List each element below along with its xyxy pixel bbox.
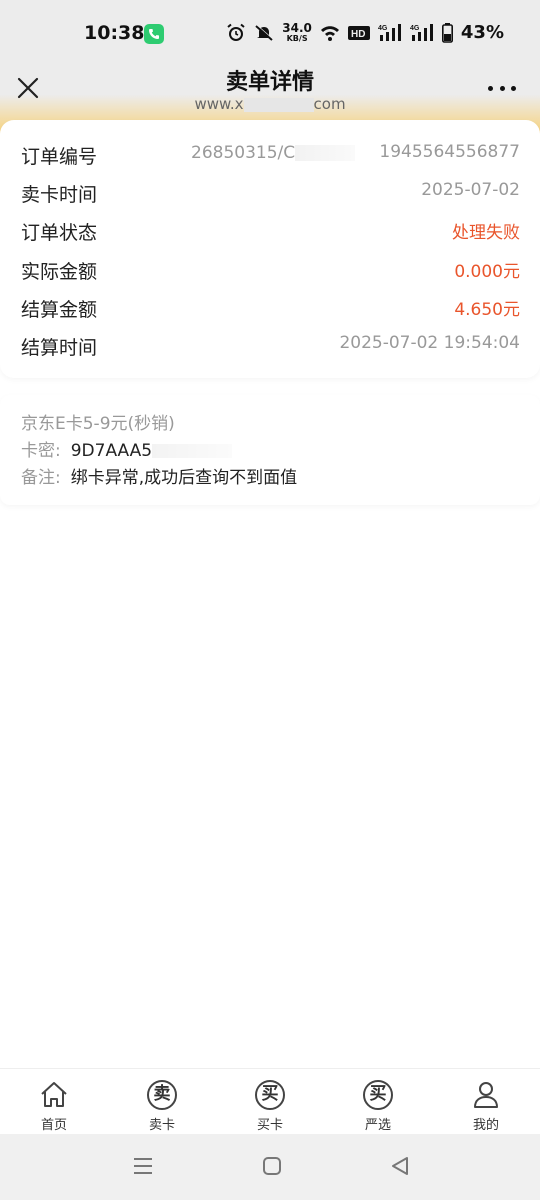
card-secret-line: 卡密: 9D7AAA5 <box>21 436 233 461</box>
more-icon <box>488 85 493 91</box>
page-url: www.x com <box>194 95 346 113</box>
select-icon: 买 <box>363 1080 393 1110</box>
nav-select[interactable]: 买 严选 <box>324 1069 432 1135</box>
nav-home[interactable]: 首页 <box>0 1069 108 1135</box>
nav-mine[interactable]: 我的 <box>432 1069 540 1135</box>
page-title: 卖单详情 <box>225 70 314 95</box>
card-secret-value: 9D7AAA5 <box>70 441 153 461</box>
sell-time-value: 2025-07-02 <box>421 180 520 200</box>
order-number-prefix: 26850315/C <box>191 143 356 163</box>
order-number-value: 1945564556877 <box>379 142 520 162</box>
card-secret-redaction <box>152 444 233 458</box>
order-number-row: 订单编号 26850315/C 1945564556877 <box>21 142 520 172</box>
nav-select-label: 严选 <box>364 1118 391 1133</box>
actual-amount-label: 实际金额 <box>21 261 98 283</box>
signal-icon: 4G <box>378 23 401 41</box>
status-bar: 10:38 34.0 KB/S HD 4G 4G 43% <box>0 0 540 68</box>
alarm-icon <box>227 23 245 41</box>
home-square-icon[interactable] <box>262 1156 282 1176</box>
signal-icon: 4G <box>410 23 433 41</box>
svg-text:HD: HD <box>351 29 365 40</box>
settle-time-row: 结算时间 2025-07-02 19:54:04 <box>21 333 520 363</box>
order-status-label: 订单状态 <box>21 222 98 244</box>
order-info-card: 订单编号 26850315/C 1945564556877 卖卡时间 2025-… <box>0 120 540 378</box>
nav-buy[interactable]: 买 买卡 <box>216 1069 324 1135</box>
back-icon[interactable] <box>390 1156 410 1176</box>
phone-call-icon <box>144 24 164 44</box>
sell-time-label: 卖卡时间 <box>21 184 98 206</box>
sell-icon: 卖 <box>147 1080 177 1110</box>
settle-time-value: 2025-07-02 19:54:04 <box>339 333 520 353</box>
nav-home-label: 首页 <box>40 1118 67 1133</box>
battery-percent: 43% <box>460 22 504 43</box>
nav-mine-label: 我的 <box>472 1118 499 1133</box>
order-status-row: 订单状态 处理失败 <box>21 218 520 248</box>
note-line: 备注: 绑卡异常,成功后查询不到面值 <box>21 463 297 488</box>
user-icon <box>474 1082 498 1108</box>
bottom-nav: 首页 卖 卖卡 买 买卡 买 严选 我的 <box>0 1068 540 1134</box>
sell-time-row: 卖卡时间 2025-07-02 <box>21 180 520 210</box>
actual-amount-row: 实际金额 0.000元 <box>21 257 520 287</box>
card-secret-label: 卡密: <box>21 441 61 461</box>
nav-sell[interactable]: 卖 卖卡 <box>108 1069 216 1135</box>
order-number-redaction <box>295 145 356 161</box>
product-name: 京东E卡5-9元(秒销) <box>21 414 175 434</box>
net-speed: 34.0 KB/S <box>282 21 312 43</box>
nav-buy-label: 买卡 <box>256 1118 283 1133</box>
product-card: 京东E卡5-9元(秒销) 卡密: 9D7AAA5 备注: 绑卡异常,成功后查询不到面… <box>0 395 540 505</box>
svg-text:4G: 4G <box>410 25 420 32</box>
url-redaction <box>243 97 314 112</box>
settle-time-label: 结算时间 <box>21 337 98 359</box>
actual-amount-value: 0.000元 <box>454 262 520 282</box>
status-time: 10:38 <box>84 22 145 44</box>
nav-sell-label: 卖卡 <box>148 1118 175 1133</box>
mute-icon <box>255 24 274 41</box>
note-label: 备注: <box>21 468 61 488</box>
order-number-label: 订单编号 <box>21 146 98 168</box>
system-nav-bar <box>0 1134 540 1200</box>
home-icon <box>41 1082 67 1107</box>
note-value: 绑卡异常,成功后查询不到面值 <box>70 468 298 488</box>
order-status-value: 处理失败 <box>452 223 520 243</box>
buy-icon: 买 <box>255 1080 285 1110</box>
wifi-icon <box>320 25 339 41</box>
settle-amount-label: 结算金额 <box>21 299 98 321</box>
hd-icon: HD <box>347 25 370 40</box>
svg-text:4G: 4G <box>378 25 388 32</box>
more-button[interactable] <box>488 82 516 94</box>
battery-icon <box>441 22 453 43</box>
settle-amount-value: 4.650元 <box>454 300 520 320</box>
settle-amount-row: 结算金额 4.650元 <box>21 295 520 325</box>
page-header: 卖单详情 www.x com <box>0 60 540 120</box>
menu-icon[interactable] <box>133 1156 153 1176</box>
